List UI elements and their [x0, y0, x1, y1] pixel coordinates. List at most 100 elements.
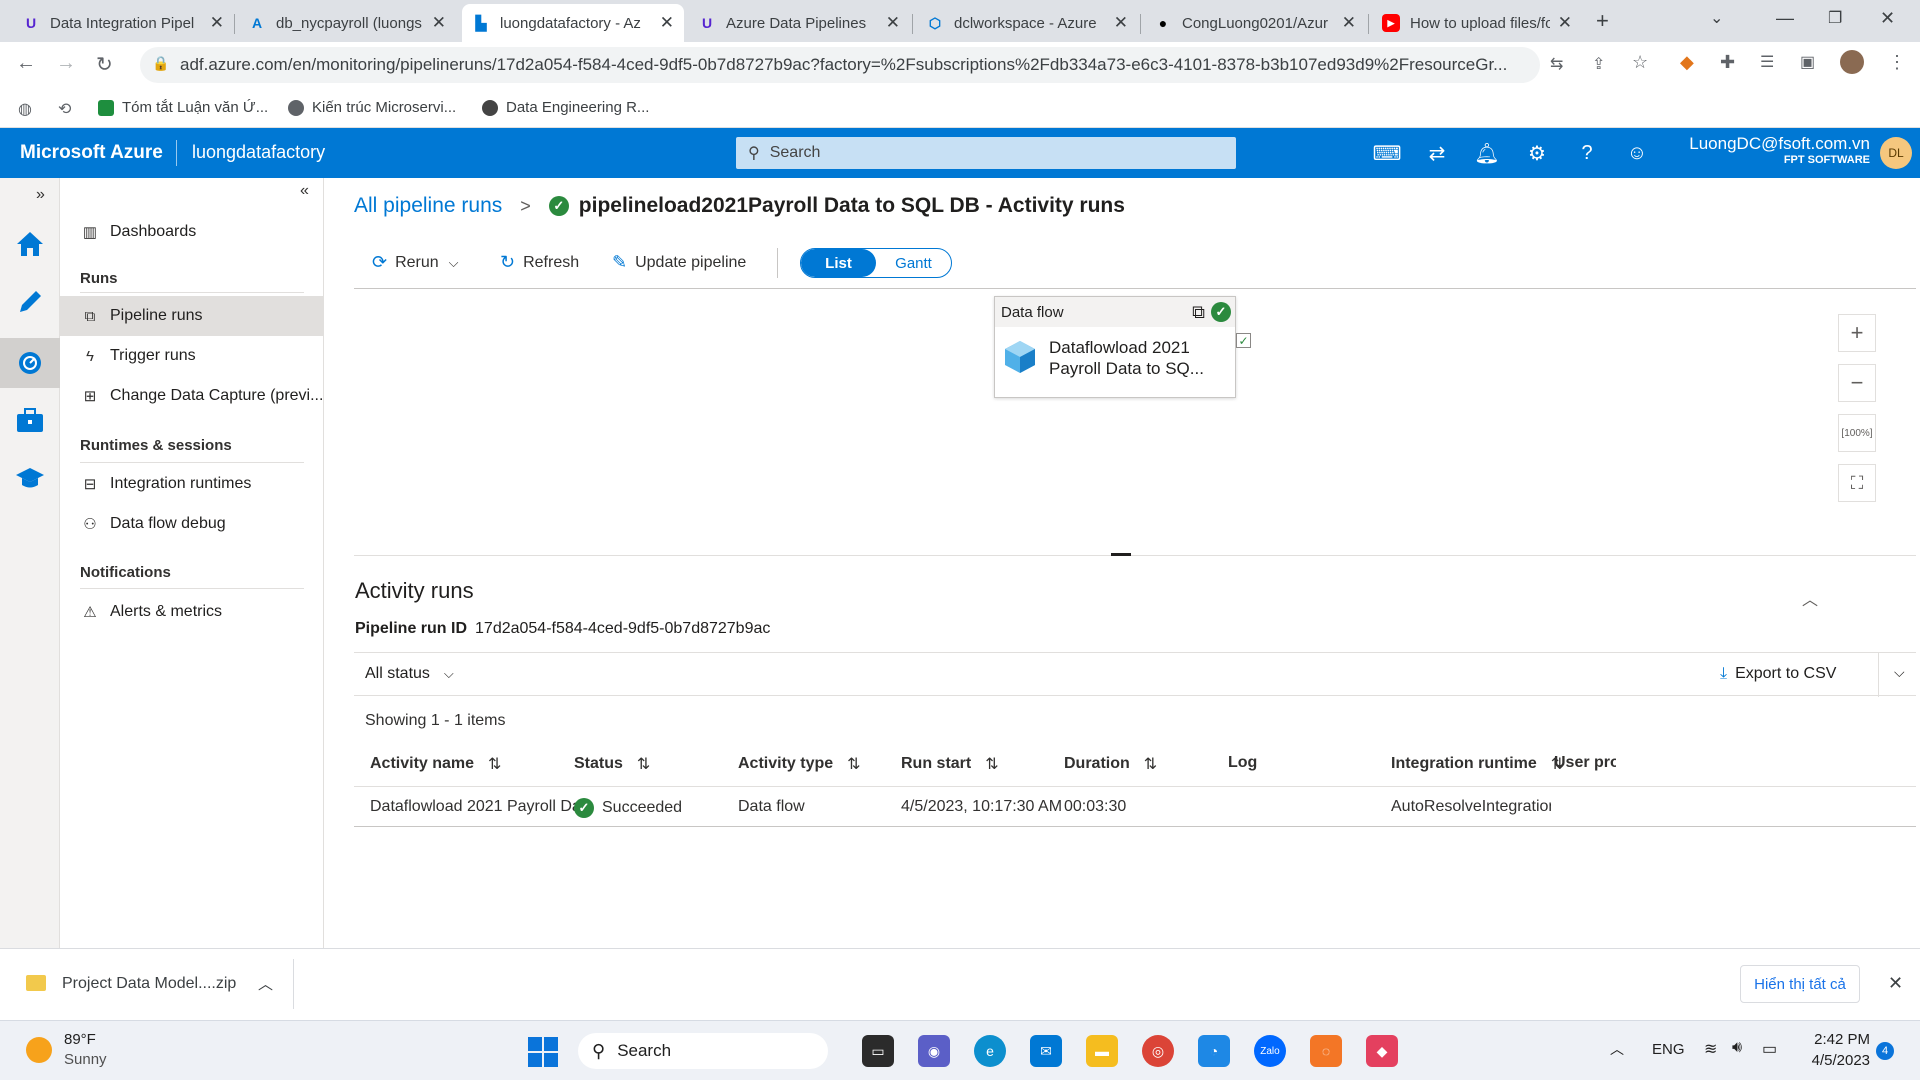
file-explorer-icon[interactable]: ▬: [1086, 1035, 1118, 1067]
volume-icon[interactable]: 🔊︎: [1732, 1039, 1742, 1057]
sort-icon[interactable]: ⇅: [1144, 754, 1157, 774]
zoom-out-icon[interactable]: −: [1838, 364, 1876, 402]
battery-icon[interactable]: ▭: [1762, 1039, 1777, 1059]
col-user-properties[interactable]: User prop: [1554, 754, 1616, 772]
forward-icon[interactable]: →: [56, 52, 76, 75]
monitor-gauge-icon[interactable]: [10, 343, 50, 383]
wifi-icon[interactable]: ≋: [1704, 1039, 1717, 1059]
extensions-icon[interactable]: ✚: [1720, 52, 1735, 73]
close-icon[interactable]: ✕: [432, 13, 446, 33]
browser-tab-4[interactable]: U Azure Data Pipelines ✕: [688, 4, 910, 42]
col-activity-name[interactable]: Activity name ⇅: [370, 754, 501, 774]
translate-icon[interactable]: ⇆: [1550, 54, 1563, 74]
toggle-gantt[interactable]: Gantt: [876, 249, 951, 277]
expand-rail-icon[interactable]: »: [36, 186, 45, 204]
clock-time[interactable]: 2:42 PM: [1806, 1031, 1870, 1048]
avatar[interactable]: DL: [1880, 137, 1912, 169]
directory-switch-icon[interactable]: ⇄: [1424, 140, 1450, 166]
rerun-button[interactable]: ⟳ Rerun ⌵: [372, 252, 459, 273]
manage-toolbox-icon[interactable]: [10, 400, 50, 440]
weather-temp[interactable]: 89°F: [64, 1031, 96, 1048]
account-info[interactable]: LuongDC@fsoft.com.vn FPT SOFTWARE: [1689, 134, 1870, 166]
edge-icon[interactable]: e: [974, 1035, 1006, 1067]
node-checkbox[interactable]: ✓: [1236, 333, 1251, 348]
restore-icon[interactable]: ❐: [1828, 8, 1842, 28]
mail-icon[interactable]: ✉: [1030, 1035, 1062, 1067]
taskbar-search-input[interactable]: ⚲ Search: [578, 1033, 828, 1069]
jupyter-icon[interactable]: ◌: [1310, 1035, 1342, 1067]
close-icon[interactable]: ✕: [1114, 13, 1128, 33]
activity-node[interactable]: Data flow ⧉ ✓ Dataflowload 2021 Payroll …: [994, 296, 1236, 398]
sort-icon[interactable]: ⇅: [847, 754, 860, 774]
close-icon[interactable]: ✕: [660, 13, 674, 33]
history-icon[interactable]: ⟲: [58, 99, 71, 119]
zoom-in-icon[interactable]: +: [1838, 314, 1876, 352]
reload-icon[interactable]: ↻: [96, 52, 113, 77]
weather-condition[interactable]: Sunny: [64, 1051, 107, 1068]
windows-start-icon[interactable]: [528, 1037, 558, 1071]
nav-data-flow-debug[interactable]: ⚇ Data flow debug: [60, 504, 324, 544]
close-icon[interactable]: ✕: [1558, 13, 1572, 33]
browser-tab-7[interactable]: ▶ How to upload files/fo ✕: [1372, 4, 1582, 42]
export-csv-button[interactable]: ⤓ Export to CSV: [1720, 665, 1836, 683]
bookmark-2[interactable]: Kiến trúc Microservi...: [288, 99, 456, 116]
bookmark-3[interactable]: Data Engineering R...: [482, 99, 649, 116]
learning-cap-icon[interactable]: [10, 458, 50, 498]
menu-dots-icon[interactable]: ⋮: [1888, 52, 1906, 73]
help-icon[interactable]: ?: [1574, 140, 1600, 166]
media-icon[interactable]: ☰: [1760, 52, 1774, 72]
notification-badge[interactable]: 4: [1876, 1042, 1894, 1060]
profile-avatar[interactable]: [1840, 50, 1864, 74]
teams-chat-icon[interactable]: ◉: [918, 1035, 950, 1067]
tab-search-icon[interactable]: ⌄: [1710, 8, 1723, 28]
bell-icon[interactable]: 🔔︎: [1474, 140, 1500, 166]
back-icon[interactable]: ←: [16, 52, 36, 75]
refresh-button[interactable]: ↻ Refresh: [500, 252, 579, 273]
browser-tab-2[interactable]: A db_nycpayroll (luongs ✕: [238, 4, 456, 42]
chevron-up-icon[interactable]: ︿: [1610, 1039, 1624, 1059]
col-integration-runtime[interactable]: Integration runtime ⇅: [1391, 754, 1564, 774]
download-filename[interactable]: Project Data Model....zip: [62, 975, 236, 993]
clock-date[interactable]: 4/5/2023: [1806, 1052, 1870, 1069]
show-all-downloads-button[interactable]: Hiển thị tất cả: [1740, 965, 1860, 1003]
sort-icon[interactable]: ⇅: [637, 754, 650, 774]
search-input[interactable]: ⚲ Search: [736, 137, 1236, 169]
nav-dashboards[interactable]: ▥ Dashboards: [60, 212, 324, 252]
close-icon[interactable]: ✕: [1888, 973, 1903, 994]
browser-tab-5[interactable]: ⬡ dclworkspace - Azure ✕: [916, 4, 1138, 42]
factory-name[interactable]: luongdatafactory: [192, 142, 325, 163]
url-field[interactable]: 🔒 adf.azure.com/en/monitoring/pipelineru…: [140, 47, 1540, 83]
chrome-icon[interactable]: ◎: [1142, 1035, 1174, 1067]
fit-to-screen-icon[interactable]: ⛶: [1838, 464, 1876, 502]
chevron-down-icon[interactable]: ⌵: [1894, 664, 1905, 681]
sun-icon[interactable]: [26, 1037, 52, 1063]
sort-icon[interactable]: ⇅: [488, 754, 501, 774]
col-status[interactable]: Status ⇅: [574, 754, 650, 774]
git-icon[interactable]: ◆: [1366, 1035, 1398, 1067]
status-filter-dropdown[interactable]: All status ⌵: [365, 665, 454, 683]
share-icon[interactable]: ⇪: [1592, 54, 1605, 74]
task-view-icon[interactable]: ▭: [862, 1035, 894, 1067]
window-close-icon[interactable]: ✕: [1880, 8, 1895, 29]
bookmark-star-icon[interactable]: ☆: [1632, 52, 1648, 73]
col-run-start[interactable]: Run start ⇅: [901, 754, 999, 774]
chevron-up-icon[interactable]: ︿: [258, 973, 273, 994]
bookmark-1[interactable]: Tóm tắt Luận văn Ứ...: [98, 99, 268, 116]
col-duration[interactable]: Duration ⇅: [1064, 754, 1157, 774]
zalo-icon[interactable]: Zalo: [1254, 1035, 1286, 1067]
breadcrumb-all-pipeline-runs[interactable]: All pipeline runs: [354, 194, 502, 218]
brand-label[interactable]: Microsoft Azure: [20, 142, 163, 164]
close-icon[interactable]: ✕: [210, 13, 224, 33]
browser-tab-3-active[interactable]: ▙ luongdatafactory - Az ✕: [462, 4, 684, 42]
splitter-grip[interactable]: [1111, 553, 1131, 556]
home-icon[interactable]: [10, 224, 50, 264]
author-pencil-icon[interactable]: [10, 282, 50, 322]
update-pipeline-button[interactable]: ✎ Update pipeline: [612, 252, 746, 273]
language-indicator[interactable]: ENG: [1652, 1041, 1685, 1058]
nav-alerts-metrics[interactable]: ⚠ Alerts & metrics: [60, 592, 324, 632]
sidepanel-icon[interactable]: ▣: [1800, 52, 1815, 72]
metamask-icon[interactable]: ◆: [1680, 52, 1694, 73]
col-activity-type[interactable]: Activity type ⇅: [738, 754, 861, 774]
open-external-icon[interactable]: ⧉: [1192, 302, 1205, 323]
close-icon[interactable]: ✕: [1342, 13, 1356, 33]
